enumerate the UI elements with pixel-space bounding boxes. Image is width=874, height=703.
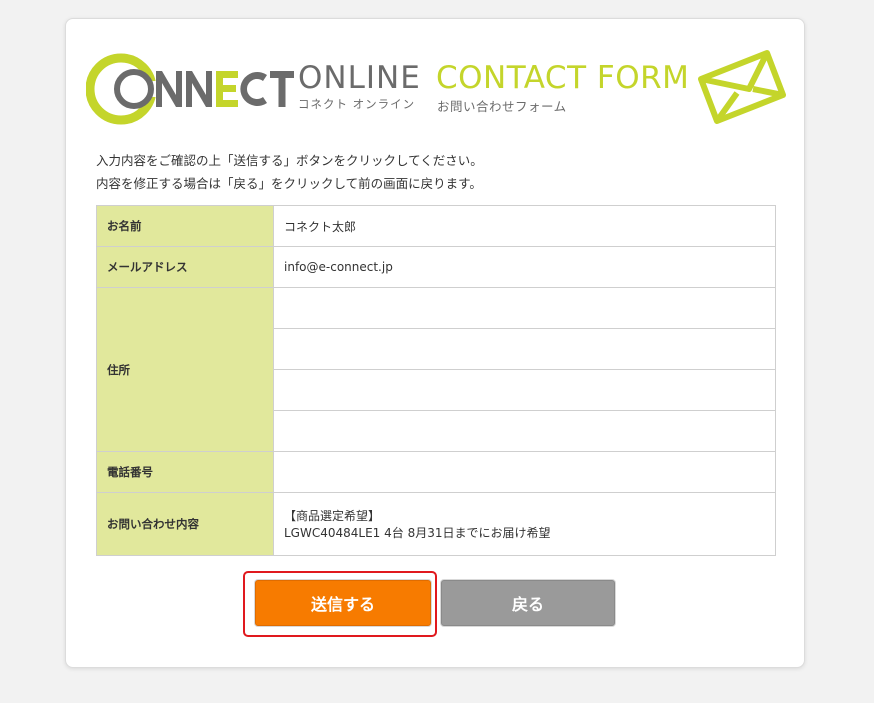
instruction-line-2: 内容を修正する場合は「戻る」をクリックして前の画面に戻ります。 (96, 176, 482, 191)
address-line-1 (273, 287, 776, 329)
email-label: メールアドレス (96, 246, 274, 288)
logo-online-text: ONLINE (298, 60, 421, 96)
name-label: お名前 (96, 205, 274, 247)
name-value: コネクト太郎 (273, 205, 776, 247)
table-row-address: 住所 (96, 287, 776, 452)
contact-confirm-card: ONLINE コネクト オンライン CONTACT FORM お問い合わせフォー… (65, 18, 805, 668)
header: ONLINE コネクト オンライン CONTACT FORM お問い合わせフォー… (86, 49, 786, 129)
send-button[interactable]: 送信する (255, 580, 431, 626)
connect-logo (86, 53, 294, 125)
confirmation-table: お名前 コネクト太郎 メールアドレス info@e-connect.jp 住所 … (96, 205, 776, 556)
phone-value (273, 451, 776, 493)
inquiry-line-2: LGWC40484LE1 4台 8月31日までにお届け希望 (284, 526, 551, 540)
inquiry-value: 【商品選定希望】 LGWC40484LE1 4台 8月31日までにお届け希望 (273, 492, 776, 556)
instruction-line-1: 入力内容をご確認の上「送信する」ボタンをクリックしてください。 (96, 153, 483, 168)
phone-label: 電話番号 (96, 451, 274, 493)
logo-kana-text: コネクト オンライン (298, 97, 416, 111)
back-button[interactable]: 戻る (441, 580, 615, 626)
address-label: 住所 (96, 287, 274, 452)
table-row-inquiry: お問い合わせ内容 【商品選定希望】 LGWC40484LE1 4台 8月31日ま… (96, 492, 776, 556)
address-line-2 (273, 328, 776, 370)
table-row-email: メールアドレス info@e-connect.jp (96, 246, 776, 288)
page-subtitle: お問い合わせフォーム (437, 99, 567, 114)
table-row-name: お名前 コネクト太郎 (96, 205, 776, 247)
table-row-phone: 電話番号 (96, 451, 776, 493)
instructions: 入力内容をご確認の上「送信する」ボタンをクリックしてください。 内容を修正する場… (96, 149, 483, 195)
address-line-4 (273, 410, 776, 452)
inquiry-label: お問い合わせ内容 (96, 492, 274, 556)
page-title: CONTACT FORM (436, 60, 690, 96)
envelope-icon (698, 50, 786, 124)
email-value: info@e-connect.jp (273, 246, 776, 288)
inquiry-line-1: 【商品選定希望】 (284, 509, 381, 523)
address-line-3 (273, 369, 776, 411)
